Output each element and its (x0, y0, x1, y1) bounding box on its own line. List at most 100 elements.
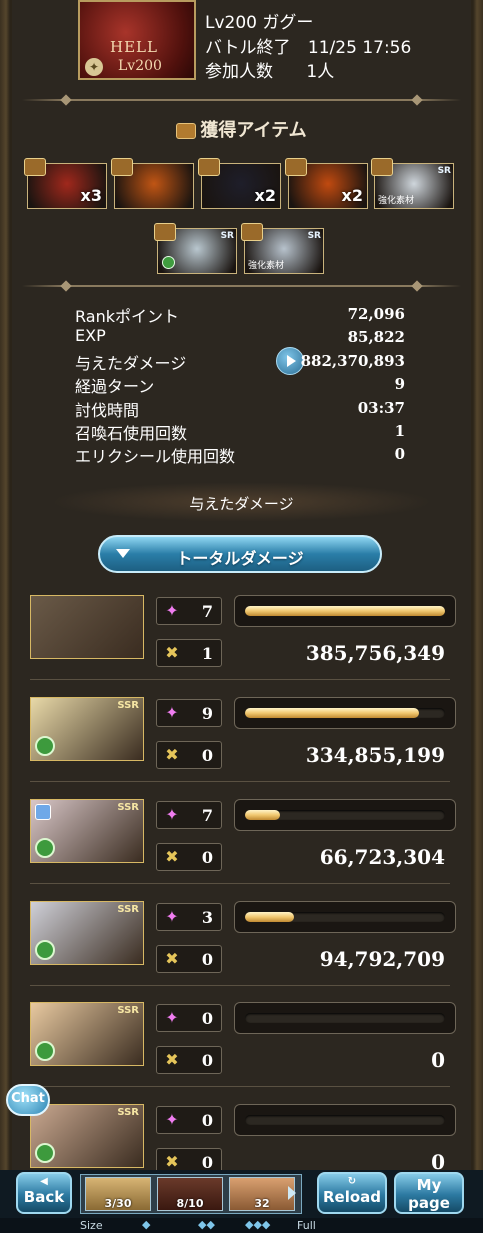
item-ssr-blade[interactable]: SR 強化素材 (241, 223, 324, 274)
star-icon: ✦ (85, 58, 103, 76)
item-gold-medal[interactable]: x3 (24, 158, 107, 209)
footer-bar: ◀ Back 3/30 8/10 32 ↻ Reload My page Siz… (0, 1170, 483, 1233)
items-title-text: 獲得アイテム (200, 120, 307, 141)
charge-attack-icon: ✦ (165, 907, 179, 926)
chain-burst-icon: ✖ (165, 949, 179, 968)
character-portrait[interactable]: SSR (30, 1002, 144, 1066)
charge-attack-count: 3 (201, 908, 213, 927)
charge-attack-count-box: ✦ 0 (156, 1106, 222, 1134)
damage-total: 94,792,709 (319, 947, 445, 971)
chain-burst-count: 0 (201, 1051, 213, 1070)
slot-bp-value: 8/10 (176, 1197, 204, 1210)
turns-value: 9 (394, 375, 405, 393)
chain-burst-icon: ✖ (165, 847, 179, 866)
participants-value: 1人 (306, 62, 335, 82)
damage-bar (234, 1002, 456, 1034)
participants-label: 参加人数 (205, 62, 273, 82)
summon-label: 召喚石使用回数 (75, 424, 188, 443)
wind-element-icon (162, 256, 175, 269)
slot-ap[interactable]: 3/30 (85, 1177, 151, 1211)
quest-difficulty: HELL (110, 38, 158, 56)
slot-bp[interactable]: 8/10 (157, 1177, 223, 1211)
charge-attack-count-box: ✦ 7 (156, 597, 222, 625)
chain-burst-icon: ✖ (165, 643, 179, 662)
charge-attack-icon: ✦ (165, 1110, 179, 1129)
size-label: Size (80, 1219, 103, 1232)
exp-value: 85,822 (347, 328, 405, 346)
dropdown-label: トータルダメージ (176, 549, 304, 568)
character-portrait[interactable] (30, 595, 144, 659)
chain-burst-count: 0 (201, 848, 213, 867)
charge-attack-count: 7 (201, 806, 213, 825)
damage-bar (234, 799, 456, 831)
item-ssr-claw[interactable]: SR 強化素材 (371, 158, 454, 209)
character-portrait[interactable]: SSR (30, 697, 144, 761)
character-portrait[interactable]: SSR (30, 1104, 144, 1168)
damage-bar-fill (245, 912, 295, 922)
quest-name: Lv200 ガグー (205, 13, 314, 33)
damage-bar-fill (245, 708, 419, 718)
damage-total: 334,855,199 (305, 743, 445, 767)
back-button[interactable]: ◀ Back (16, 1172, 72, 1214)
charge-attack-count-box: ✦ 9 (156, 699, 222, 727)
damage-total: 66,723,304 (319, 845, 445, 869)
wind-element-icon (35, 838, 55, 858)
mypage-label: page (408, 1194, 450, 1212)
charge-attack-count-box: ✦ 3 (156, 903, 222, 931)
damage-section-title: 与えたダメージ (189, 495, 294, 513)
damage-value: 882,370,893 (300, 352, 405, 370)
chain-burst-count: 1 (201, 644, 213, 663)
item-red-gem[interactable]: x2 (198, 158, 281, 209)
slot-item[interactable]: 32 (229, 1177, 295, 1211)
charge-attack-icon: ✦ (165, 703, 179, 722)
divider (22, 285, 461, 287)
damage-bar-track (245, 708, 445, 718)
character-portrait[interactable]: SSR (30, 799, 144, 863)
chest-badge-icon (154, 223, 176, 241)
quest-thumbnail: HELL Lv200 ✦ (78, 0, 196, 80)
reload-button[interactable]: ↻ Reload (317, 1172, 387, 1214)
quick-slot-strip: 3/30 8/10 32 (80, 1174, 302, 1214)
rarity-badge: SSR (117, 700, 139, 711)
damage-total: 385,756,349 (305, 641, 445, 665)
divider (22, 99, 461, 101)
member-row: SSR ✦ 0 ✖ 0 0 (0, 1002, 483, 1102)
material-tag: 強化素材 (378, 196, 415, 206)
item-ssr-gun[interactable]: SR (154, 223, 237, 274)
damage-bar-fill (245, 810, 280, 820)
chain-burst-count: 0 (201, 950, 213, 969)
treasure-chest-icon (176, 123, 197, 139)
row-separator (30, 985, 450, 986)
size-bar[interactable]: Size ◆ ◆◆ ◆◆◆ Full (0, 1218, 483, 1233)
damage-type-dropdown[interactable]: トータルダメージ (98, 535, 382, 573)
member-row: SSR ✦ 3 ✖ 0 94,792,709 (0, 901, 483, 1001)
charge-attack-count-box: ✦ 7 (156, 801, 222, 829)
character-portrait[interactable]: SSR (30, 901, 144, 965)
rarity-badge: SSR (117, 1107, 139, 1118)
chest-badge-icon (24, 158, 46, 176)
participants-row: 参加人数 1人 (205, 57, 334, 82)
elixir-value: 0 (394, 445, 405, 463)
chat-button[interactable]: Chat (6, 1084, 50, 1116)
chevron-right-icon[interactable] (288, 1186, 296, 1200)
size-dot-icon: ◆◆◆ (245, 1218, 271, 1231)
mypage-button[interactable]: My page (394, 1172, 464, 1214)
slot-ap-value: 3/30 (104, 1197, 132, 1210)
damage-bar (234, 697, 456, 729)
chain-burst-count-box: ✖ 0 (156, 1046, 222, 1074)
item-count: x2 (254, 186, 276, 205)
full-label: Full (297, 1219, 316, 1232)
mypage-top-label: My (416, 1176, 442, 1194)
row-separator (30, 1086, 450, 1087)
chest-badge-icon (371, 158, 393, 176)
damage-bar (234, 595, 456, 627)
rarity-badge: SSR (117, 1005, 139, 1016)
item-book[interactable] (111, 158, 194, 209)
reload-icon: ↻ (347, 1176, 357, 1187)
item-flame[interactable]: x2 (285, 158, 368, 209)
material-tag: 強化素材 (248, 261, 285, 271)
rarity-badge: SSR (117, 904, 139, 915)
member-row: SSR ✦ 7 ✖ 0 66,723,304 (0, 799, 483, 899)
back-label: Back (23, 1188, 65, 1206)
damage-bar-fill (245, 606, 445, 616)
